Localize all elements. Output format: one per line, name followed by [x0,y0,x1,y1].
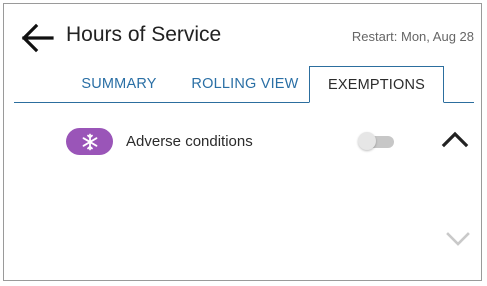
page-title: Hours of Service [66,23,222,46]
snowflake-icon [82,133,97,150]
adverse-conditions-toggle[interactable] [358,132,395,150]
chevron-up-icon [441,131,469,148]
exemption-badge [66,128,113,155]
scroll-down-button[interactable] [444,229,472,249]
tab-exemptions[interactable]: EXEMPTIONS [309,66,444,103]
hours-of-service-panel: Hours of Service Restart: Mon, Aug 28 SU… [3,3,482,281]
arrow-left-icon [21,23,54,53]
exemption-label: Adverse conditions [126,133,253,150]
tab-rolling-view[interactable]: ROLLING VIEW [186,66,304,102]
tab-bar: SUMMARY ROLLING VIEW EXEMPTIONS [14,66,474,103]
restart-info: Restart: Mon, Aug 28 [351,29,474,44]
back-button[interactable] [18,20,56,56]
toggle-thumb [358,132,376,150]
chevron-down-icon [446,232,470,246]
tab-summary[interactable]: SUMMARY [64,66,174,102]
scroll-up-button[interactable] [441,128,469,150]
